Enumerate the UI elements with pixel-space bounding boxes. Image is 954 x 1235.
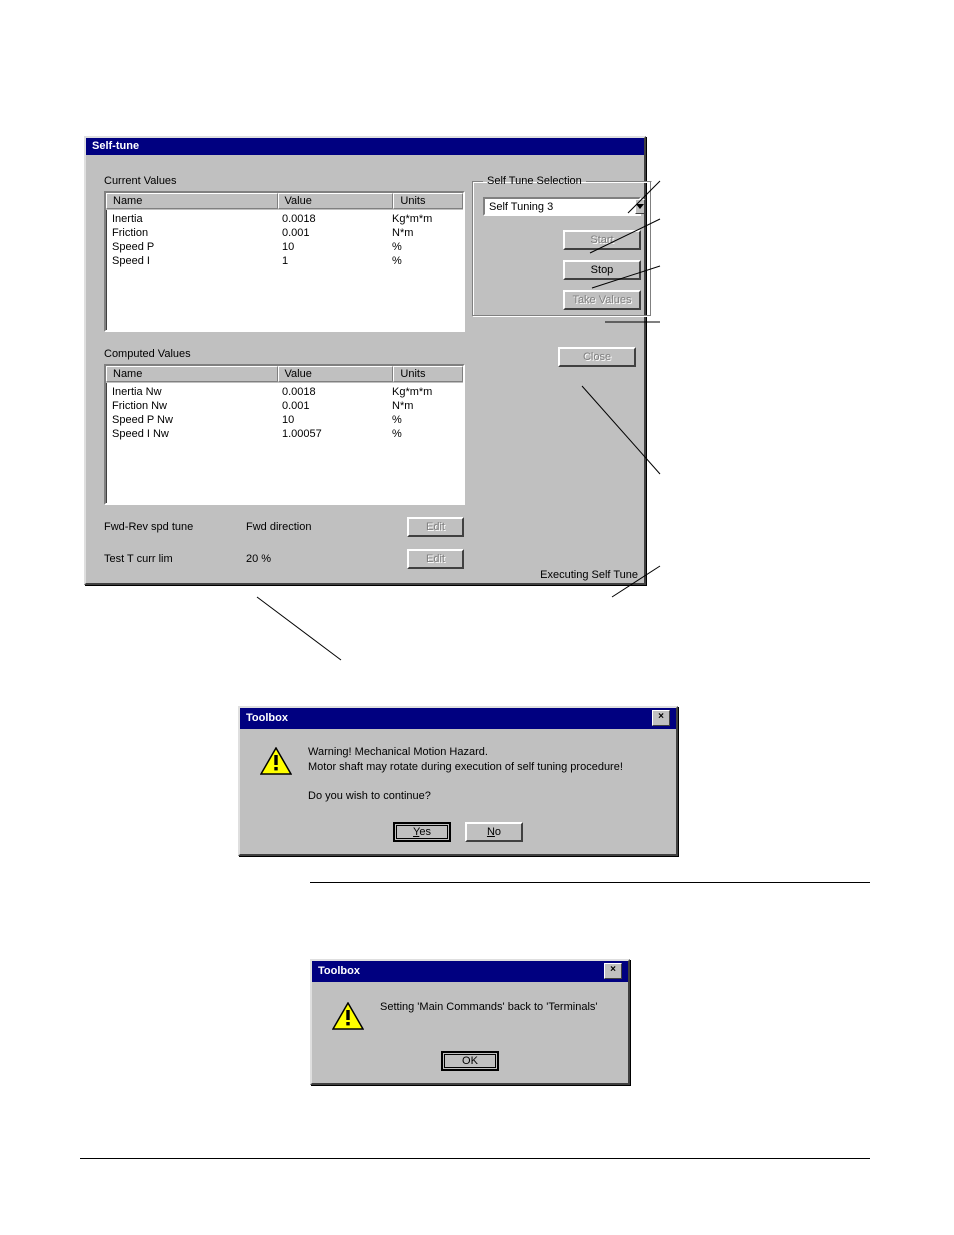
close-button[interactable]: Close [558, 347, 636, 367]
warning1-title: Toolbox [246, 712, 288, 724]
table-row[interactable]: Friction Nw0.001N*m [106, 399, 463, 413]
edit-testt-button[interactable]: Edit [407, 549, 464, 569]
table-row[interactable]: Friction0.001N*m [106, 226, 463, 240]
selftune-select[interactable] [483, 197, 641, 216]
table-row[interactable]: Speed P Nw10% [106, 413, 463, 427]
testt-value: 20 % [246, 553, 407, 565]
warning-icon [260, 747, 292, 778]
list-header: Name Value Units [106, 366, 463, 383]
take-values-button[interactable]: Take Values [563, 290, 641, 310]
close-icon[interactable]: × [604, 963, 622, 979]
no-button[interactable]: No [465, 822, 523, 842]
selftune-titlebar: Self-tune [86, 138, 644, 155]
computed-values-list[interactable]: Name Value Units Inertia Nw0.0018Kg*m*mF… [104, 364, 465, 505]
start-button[interactable]: Start [563, 230, 641, 250]
table-row[interactable]: Speed P10% [106, 240, 463, 254]
current-values-label: Current Values [104, 175, 464, 187]
fwdrev-label: Fwd-Rev spd tune [104, 521, 246, 533]
testt-label: Test T curr lim [104, 553, 246, 565]
col-value[interactable]: Value [278, 366, 394, 382]
warning2-title: Toolbox [318, 965, 360, 977]
ok-button[interactable]: OK [441, 1051, 499, 1071]
close-icon[interactable]: × [652, 710, 670, 726]
col-units[interactable]: Units [393, 193, 463, 209]
list-header: Name Value Units [106, 193, 463, 210]
warning1-dialog: Toolbox × Warning! Mechanical Motion Haz… [238, 706, 678, 856]
selftune-selection-group: Self Tune Selection Start Stop Take Valu… [472, 175, 652, 317]
table-row[interactable]: Inertia Nw0.0018Kg*m*m [106, 385, 463, 399]
warning2-text: Setting 'Main Commands' back to 'Termina… [380, 1000, 598, 1015]
col-units[interactable]: Units [393, 366, 463, 382]
table-row[interactable]: Speed I1% [106, 254, 463, 268]
chevron-down-icon[interactable] [635, 199, 645, 214]
status-text: Executing Self Tune [540, 569, 638, 581]
fwdrev-value: Fwd direction [246, 521, 407, 533]
current-values-list[interactable]: Name Value Units Inertia0.0018Kg*m*mFric… [104, 191, 465, 332]
warning2-dialog: Toolbox × Setting 'Main Commands' back t… [310, 959, 630, 1085]
selftune-select-value[interactable] [485, 199, 635, 214]
warning1-text: Warning! Mechanical Motion Hazard. Motor… [308, 745, 623, 804]
warning-icon [332, 1002, 364, 1033]
table-row[interactable]: Inertia0.0018Kg*m*m [106, 212, 463, 226]
stop-button[interactable]: Stop [563, 260, 641, 280]
selftune-dialog: Self-tune Current Values Name Value Unit… [84, 136, 646, 585]
yes-button[interactable]: Yes [393, 822, 451, 842]
col-name[interactable]: Name [106, 366, 278, 382]
warning2-titlebar: Toolbox × [312, 961, 628, 982]
computed-values-label: Computed Values [104, 348, 464, 360]
edit-fwdrev-button[interactable]: Edit [407, 517, 464, 537]
warning1-titlebar: Toolbox × [240, 708, 676, 729]
col-value[interactable]: Value [278, 193, 394, 209]
table-row[interactable]: Speed I Nw1.00057% [106, 427, 463, 441]
selftune-selection-legend: Self Tune Selection [483, 175, 586, 187]
col-name[interactable]: Name [106, 193, 278, 209]
selftune-title: Self-tune [92, 140, 139, 152]
